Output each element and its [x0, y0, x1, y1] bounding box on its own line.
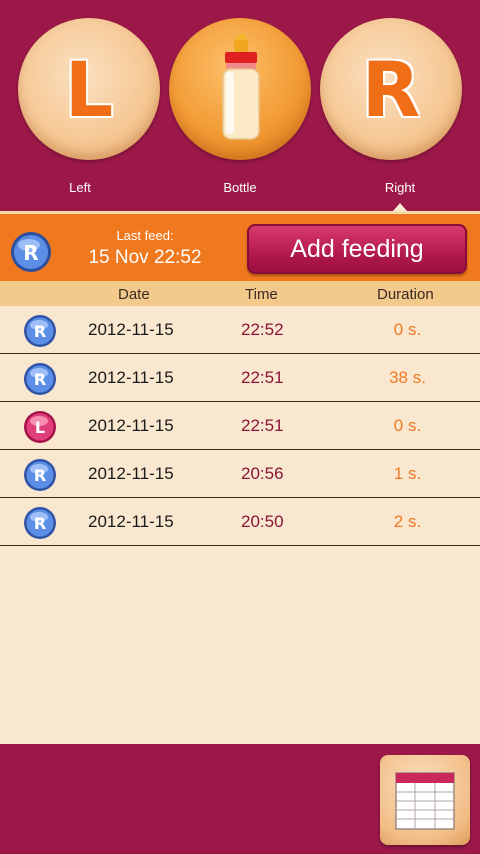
- right-label: Right: [384, 180, 416, 195]
- table-header: Date Time Duration: [0, 281, 480, 306]
- row-time: 20:50: [241, 512, 284, 531]
- row-date: 2012-11-15: [88, 368, 174, 387]
- row-side-letter: R: [34, 370, 46, 389]
- bar-badge-letter: R: [23, 241, 38, 265]
- last-feed-bar: R Last feed: 15 Nov 22:52 Add feeding: [0, 211, 480, 281]
- right-side-icon: R: [24, 363, 56, 395]
- table-row[interactable]: R 2012-11-15 22:52 0 s.: [0, 306, 480, 354]
- right-letter: R: [361, 44, 421, 134]
- left-letter: L: [64, 44, 114, 134]
- right-side-icon: R: [24, 459, 56, 491]
- row-date: 2012-11-15: [88, 512, 174, 531]
- row-duration: 38 s.: [389, 368, 426, 387]
- row-date: 2012-11-15: [88, 416, 174, 435]
- table-row[interactable]: R 2012-11-15 22:51 38 s.: [0, 354, 480, 402]
- row-time: 22:51: [241, 416, 284, 435]
- header-date: Date: [118, 286, 150, 303]
- row-date: 2012-11-15: [88, 320, 174, 339]
- right-side-icon: R: [24, 507, 56, 539]
- header-duration: Duration: [377, 286, 434, 303]
- table-row[interactable]: L 2012-11-15 22:51 0 s.: [0, 402, 480, 450]
- row-side-letter: R: [34, 322, 46, 341]
- row-side-letter: L: [35, 418, 45, 437]
- table-row[interactable]: R 2012-11-15 20:56 1 s.: [0, 450, 480, 498]
- bottle-label: Bottle: [223, 180, 257, 195]
- header-time: Time: [245, 286, 278, 303]
- right-side-icon: R: [24, 315, 56, 347]
- row-duration: 1 s.: [393, 464, 422, 483]
- left-breast-button[interactable]: L: [18, 18, 160, 160]
- row-time: 22:52: [241, 320, 284, 339]
- left-label: Left: [69, 180, 91, 195]
- row-duration: 0 s.: [393, 416, 422, 435]
- last-feed-value: 15 Nov 22:52: [88, 247, 202, 268]
- row-side-letter: R: [34, 514, 46, 533]
- right-side-badge-icon: R: [11, 232, 51, 272]
- last-feed-label: Last feed:: [116, 228, 174, 243]
- feeding-side-selector: L R Left Bottle Right: [0, 0, 480, 211]
- table-view-button[interactable]: [380, 755, 470, 845]
- left-side-icon: L: [24, 411, 56, 443]
- row-duration: 0 s.: [393, 320, 422, 339]
- row-date: 2012-11-15: [88, 464, 174, 483]
- row-duration: 2 s.: [393, 512, 422, 531]
- row-side-letter: R: [34, 466, 46, 485]
- table-icon: [395, 772, 455, 830]
- selected-pointer: [393, 203, 407, 211]
- bottle-button[interactable]: [169, 18, 311, 160]
- row-time: 22:51: [241, 368, 284, 387]
- bottom-bar: [0, 744, 480, 854]
- table-row[interactable]: R 2012-11-15 20:50 2 s.: [0, 498, 480, 546]
- right-breast-button[interactable]: R: [320, 18, 462, 160]
- baby-bottle-icon: [222, 34, 260, 140]
- row-time: 20:56: [241, 464, 284, 483]
- add-feeding-button[interactable]: Add feeding: [247, 224, 467, 274]
- feeding-history-table: Date Time Duration R 2012-11-15 22:52 0 …: [0, 281, 480, 744]
